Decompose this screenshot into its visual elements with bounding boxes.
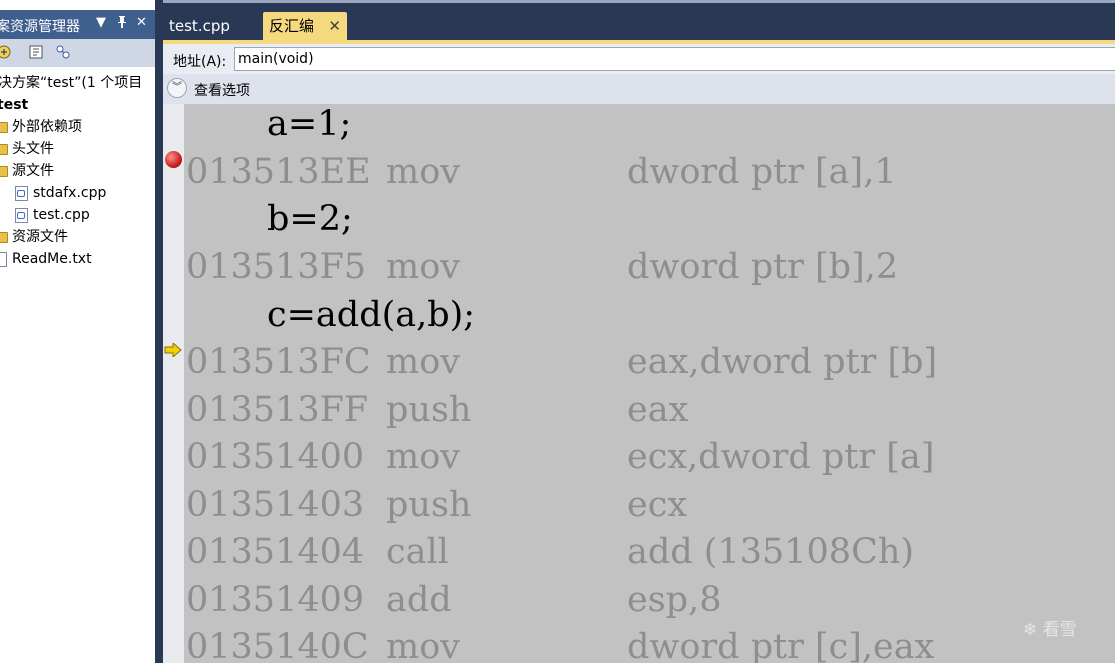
asm-address: 013513EE bbox=[186, 152, 371, 192]
source-line: a=1; bbox=[267, 104, 352, 144]
asm-address: 01351404 bbox=[186, 532, 365, 572]
solution-explorer-titlebar: 案资源管理器 ▼ ✕ bbox=[0, 10, 155, 39]
solution-explorer-panel: 案资源管理器 ▼ ✕ 决方案“test”(1 个项目 test 外部依赖项 头文… bbox=[0, 0, 155, 663]
source-line: b=2; bbox=[267, 199, 353, 239]
address-label: 地址(A): bbox=[173, 54, 227, 70]
tree-item-resource-files[interactable]: 资源文件 bbox=[0, 227, 68, 247]
chevron-down-icon[interactable]: ︾ bbox=[167, 78, 187, 98]
tree-item-label: ReadMe.txt bbox=[12, 251, 92, 267]
folder-icon bbox=[0, 143, 8, 155]
asm-address: 01351403 bbox=[186, 485, 365, 525]
asm-operands: esp,8 bbox=[627, 580, 722, 620]
asm-opcode: mov bbox=[386, 152, 461, 192]
asm-operands: dword ptr [a],1 bbox=[627, 152, 897, 192]
asm-address: 013513F5 bbox=[186, 247, 367, 287]
cpp-file-icon bbox=[15, 207, 28, 223]
folder-open-icon bbox=[0, 165, 8, 177]
tree-project-node[interactable]: test bbox=[0, 95, 28, 115]
tree-item-source-files[interactable]: 源文件 bbox=[0, 161, 54, 181]
tab-label: test.cpp bbox=[169, 17, 230, 35]
tree-item-label: 资源文件 bbox=[12, 229, 68, 245]
asm-address: 013513FC bbox=[186, 342, 371, 382]
asm-opcode: push bbox=[386, 390, 472, 430]
show-all-files-icon[interactable] bbox=[28, 44, 44, 60]
cpp-file-icon bbox=[15, 185, 28, 201]
asm-opcode: mov bbox=[386, 342, 461, 382]
close-tab-icon[interactable]: ✕ bbox=[328, 12, 341, 40]
address-bar: 地址(A): main(void) bbox=[163, 44, 1115, 74]
asm-operands: ecx,dword ptr [a] bbox=[627, 437, 935, 477]
asm-operands: dword ptr [b],2 bbox=[627, 247, 899, 287]
tree-item-readme[interactable]: ReadMe.txt bbox=[0, 249, 92, 269]
solution-label: 决方案“test”(1 个项目 bbox=[0, 75, 143, 91]
breakpoint-icon[interactable] bbox=[165, 151, 182, 168]
asm-operands: ecx bbox=[627, 485, 688, 525]
tree-item-header-files[interactable]: 头文件 bbox=[0, 139, 54, 159]
asm-opcode: mov bbox=[386, 627, 461, 663]
tree-item-external-deps[interactable]: 外部依赖项 bbox=[0, 117, 82, 137]
asm-opcode: call bbox=[386, 532, 449, 572]
asm-opcode: add bbox=[386, 580, 452, 620]
tree-item-label: 源文件 bbox=[12, 163, 54, 179]
close-icon[interactable]: ✕ bbox=[136, 15, 147, 30]
tree-item-label: test.cpp bbox=[33, 207, 90, 223]
view-options-label[interactable]: 查看选项 bbox=[194, 80, 250, 100]
asm-operands: add (135108Ch) bbox=[627, 532, 915, 572]
breakpoint-gutter[interactable] bbox=[163, 104, 184, 663]
class-diagram-icon[interactable] bbox=[55, 44, 71, 60]
pin-icon[interactable] bbox=[116, 15, 128, 33]
tree-item-label: 外部依赖项 bbox=[12, 119, 82, 135]
asm-opcode: mov bbox=[386, 247, 461, 287]
project-label: test bbox=[0, 97, 29, 113]
disassembly-view[interactable]: a=1; 013513EE mov dword ptr [a],1 b=2; 0… bbox=[184, 104, 1115, 663]
asm-operands: dword ptr [c],eax bbox=[627, 627, 935, 663]
watermark: ❄ 看雪 bbox=[1023, 620, 1077, 640]
instruction-pointer-icon bbox=[164, 343, 182, 357]
document-tabs: test.cpp 反汇编 ✕ bbox=[163, 0, 1115, 40]
tree-item-label: 头文件 bbox=[12, 141, 54, 157]
folder-icon bbox=[0, 231, 8, 243]
asm-operands: eax bbox=[627, 390, 689, 430]
tree-item-label: stdafx.cpp bbox=[33, 185, 107, 201]
tab-disassembly[interactable]: 反汇编 ✕ bbox=[263, 12, 347, 40]
watermark-text: 看雪 bbox=[1042, 620, 1077, 640]
asm-opcode: mov bbox=[386, 437, 461, 477]
window-dropdown-icon[interactable]: ▼ bbox=[96, 15, 106, 30]
panel-title: 案资源管理器 bbox=[0, 19, 80, 35]
asm-operands: eax,dword ptr [b] bbox=[627, 342, 938, 382]
tree-solution-node[interactable]: 决方案“test”(1 个项目 bbox=[0, 73, 142, 93]
solution-explorer-toolbar bbox=[0, 39, 155, 67]
view-options-bar: ︾ 查看选项 bbox=[163, 74, 1115, 104]
address-input[interactable]: main(void) bbox=[234, 47, 1115, 71]
asm-address: 0135140C bbox=[186, 627, 369, 663]
folder-icon bbox=[0, 121, 8, 133]
source-line: c=add(a,b); bbox=[267, 295, 476, 335]
pane-splitter[interactable] bbox=[155, 0, 163, 663]
asm-opcode: push bbox=[386, 485, 472, 525]
tab-test-cpp[interactable]: test.cpp bbox=[163, 12, 236, 40]
asm-address: 013513FF bbox=[186, 390, 369, 430]
text-file-icon bbox=[0, 251, 7, 267]
tab-label: 反汇编 bbox=[269, 17, 315, 35]
asm-address: 01351409 bbox=[186, 580, 365, 620]
asm-address: 01351400 bbox=[186, 437, 365, 477]
tree-item-test-cpp[interactable]: test.cpp bbox=[15, 205, 90, 225]
properties-icon[interactable] bbox=[0, 44, 12, 60]
tree-item-stdafx-cpp[interactable]: stdafx.cpp bbox=[15, 183, 106, 203]
